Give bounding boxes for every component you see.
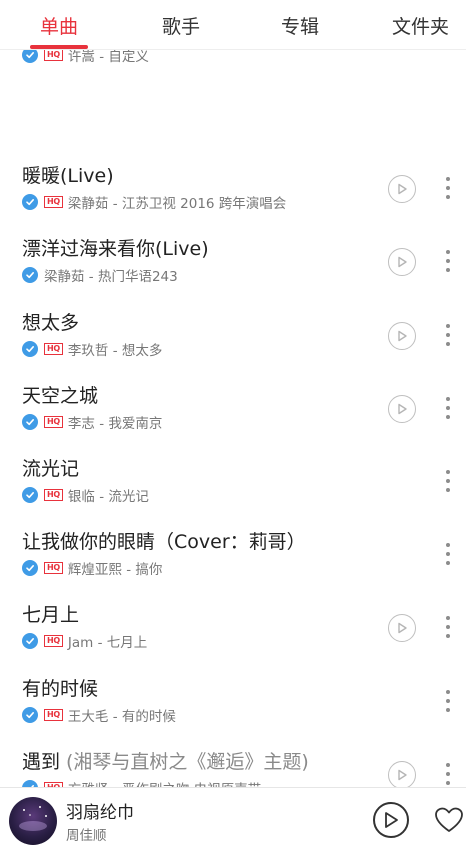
song-title: 天空之城 [22,381,98,408]
song-title-text: 天空之城 [22,384,99,407]
play-circle-icon [398,623,407,634]
song-subtitle: 王大毛 - 有的时候 [67,708,176,725]
hq-badge: HQ [44,342,63,355]
mv-play-button[interactable] [388,321,416,350]
song-title-text: 七月上 [22,604,80,627]
song-title: 让我做你的眼睛（Cover：莉哥） [22,527,306,554]
song-title: 有的时候 [22,674,98,701]
hq-badge: HQ [44,708,63,721]
mv-play-button[interactable] [388,248,416,277]
play-circle-icon [398,403,407,414]
song-alias: (湘琴与直树之《邂逅》主题) [66,750,309,773]
tab-bar: 单曲 歌手 专辑 文件夹 [0,0,466,50]
more-vertical-icon[interactable] [442,395,454,421]
check-icon [22,560,38,577]
song-list: HQ 许嵩 - 自定义 暖暖(Live) HQ 梁静茹 - 江苏卫视 2016 跨年演唱… [0,0,466,787]
more-vertical-icon[interactable] [442,614,454,640]
song-subtitle: 方雅贤 - 恶作剧之吻 电视原声带 [68,778,261,787]
song-title-text: 想太多 [22,311,80,334]
more-vertical-icon[interactable] [442,468,454,494]
play-button[interactable] [373,802,409,838]
song-subtitle: 李志 - 我爱南京 [67,415,163,432]
song-title: 漂洋过海来看你(Live) [22,234,209,261]
song-subtitle: Jam - 七月上 [67,635,148,652]
song-title-text: 流光记 [22,458,80,480]
hq-badge: HQ [44,562,63,575]
song-meta: HQ 辉煌亚熙 - 搞你 [22,559,163,579]
song-title-text: 有的时候 [22,677,99,700]
mv-play-button[interactable] [388,760,416,787]
song-meta: HQ 李志 - 我爱南京 [22,413,163,432]
song-title: 暖暖(Live) [22,161,114,188]
tab-albums[interactable]: 专辑 [281,12,319,39]
song-title-text: 遇到 [22,750,61,773]
song-subtitle: 李玖哲 - 想太多 [67,342,163,359]
tab-folders[interactable]: 文件夹 [392,12,449,39]
check-icon [22,706,38,723]
song-title: 七月上 [22,600,79,627]
song-subtitle: 辉煌亚熙 - 搞你 [67,562,163,579]
song-title-text: 让我做你的眼睛（Cover：莉哥） [22,531,306,554]
tab-singles[interactable]: 单曲 [40,12,78,39]
play-circle-icon [398,769,407,780]
play-circle-icon [398,183,407,195]
more-vertical-icon[interactable] [442,761,454,787]
song-meta: HQ方雅贤 - 恶作剧之吻 电视原声带 [22,779,261,787]
song-title: 流光记 [22,454,79,481]
song-row[interactable]: 暖暖(Live) HQ 梁静茹 - 江苏卫视 2016 跨年演唱会 [0,161,466,234]
song-subtitle: 银临 - 流光记 [67,489,149,505]
check-icon [22,194,38,211]
check-icon [22,779,38,787]
song-title: 想太多 [22,308,79,335]
song-row[interactable]: 天空之城 HQ 李志 - 我爱南京 [0,381,466,454]
mini-player[interactable]: 羽扇纶巾 周佳顺 [0,787,466,852]
more-vertical-icon[interactable] [442,248,454,274]
song-title-text: 漂洋过海来看你(Live) [22,238,209,261]
mv-play-button[interactable] [388,394,416,423]
song-row[interactable]: 让我做你的眼睛（Cover：莉哥） HQ 辉煌亚熙 - 搞你 [0,527,466,600]
song-row[interactable]: 想太多 HQ 李玖哲 - 想太多 [0,308,466,381]
song-row[interactable]: 有的时候 HQ 王大毛 - 有的时候 [0,674,466,747]
more-vertical-icon[interactable] [442,175,454,201]
album-cover[interactable] [9,797,57,845]
song-title-text: 暖暖(Live) [22,165,114,188]
play-circle-icon [398,257,407,268]
hq-badge: HQ [44,415,63,428]
check-icon [22,267,38,284]
now-playing-artist: 周佳顺 [66,828,107,844]
check-icon [22,413,38,430]
song-subtitle: 梁静茹 - 江苏卫视 2016 跨年演唱会 [67,196,287,213]
tab-artists[interactable]: 歌手 [162,12,200,39]
hq-badge: HQ [44,196,63,209]
check-icon [22,340,38,357]
song-title: 遇到 (湘琴与直树之《邂逅》主题) [22,747,309,774]
now-playing-title: 羽扇纶巾 [66,803,134,823]
song-row[interactable]: 漂洋过海来看你(Live) 梁静茹 - 热门华语243 [0,234,466,307]
play-circle-icon [398,330,407,341]
more-vertical-icon[interactable] [442,541,454,567]
song-meta: HQ 梁静茹 - 江苏卫视 2016 跨年演唱会 [22,193,287,213]
hq-badge: HQ [44,489,63,501]
song-row[interactable]: 流光记 HQ 银临 - 流光记 [0,454,466,527]
mv-play-button[interactable] [388,175,416,204]
more-vertical-icon[interactable] [442,322,454,348]
hq-badge: HQ [44,49,63,61]
song-meta: HQ Jam - 七月上 [22,632,148,652]
check-icon [22,487,38,503]
play-icon [385,812,398,828]
song-meta: HQ 王大毛 - 有的时候 [22,706,176,725]
hq-badge: HQ [44,635,63,648]
favorite-button[interactable] [434,806,464,834]
heart-icon [435,807,463,832]
song-meta: HQ 银临 - 流光记 [22,486,149,505]
song-subtitle: 梁静茹 - 热门华语243 [44,269,178,286]
mv-play-button[interactable] [388,614,416,643]
check-icon [22,633,38,650]
song-meta: HQ 李玖哲 - 想太多 [22,340,163,359]
song-meta: 梁静茹 - 热门华语243 [22,266,178,286]
more-vertical-icon[interactable] [442,688,454,714]
tab-active-indicator [30,45,88,49]
song-row[interactable]: 遇到(湘琴与直树之《邂逅》主题) HQ方雅贤 - 恶作剧之吻 电视原声带 [0,747,466,787]
song-row[interactable]: 七月上 HQ Jam - 七月上 [0,600,466,673]
